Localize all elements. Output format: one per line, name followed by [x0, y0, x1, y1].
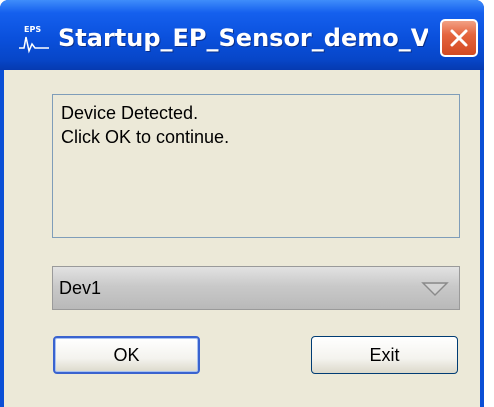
dialog-window: EPS Startup_EP_Sensor_demo_V... Device D… [0, 0, 484, 407]
device-dropdown[interactable]: Dev1 [52, 266, 460, 310]
close-icon [450, 29, 468, 47]
title-bar[interactable]: EPS Startup_EP_Sensor_demo_V... [0, 0, 484, 70]
chevron-down-icon[interactable] [421, 281, 449, 297]
dialog-body: Device Detected. Click OK to continue. D… [4, 70, 480, 407]
device-dropdown-value: Dev1 [59, 278, 102, 298]
ok-button[interactable]: OK [53, 336, 200, 374]
message-line-detected: Device Detected. [61, 103, 199, 123]
app-icon: EPS [18, 22, 50, 54]
window-title: Startup_EP_Sensor_demo_V... [58, 24, 428, 52]
app-icon-text: EPS [24, 25, 41, 34]
message-line-instruction: Click OK to continue. [61, 127, 230, 147]
exit-button[interactable]: Exit [311, 336, 458, 374]
message-box: Device Detected. Click OK to continue. [52, 94, 460, 238]
close-button[interactable] [440, 19, 478, 57]
